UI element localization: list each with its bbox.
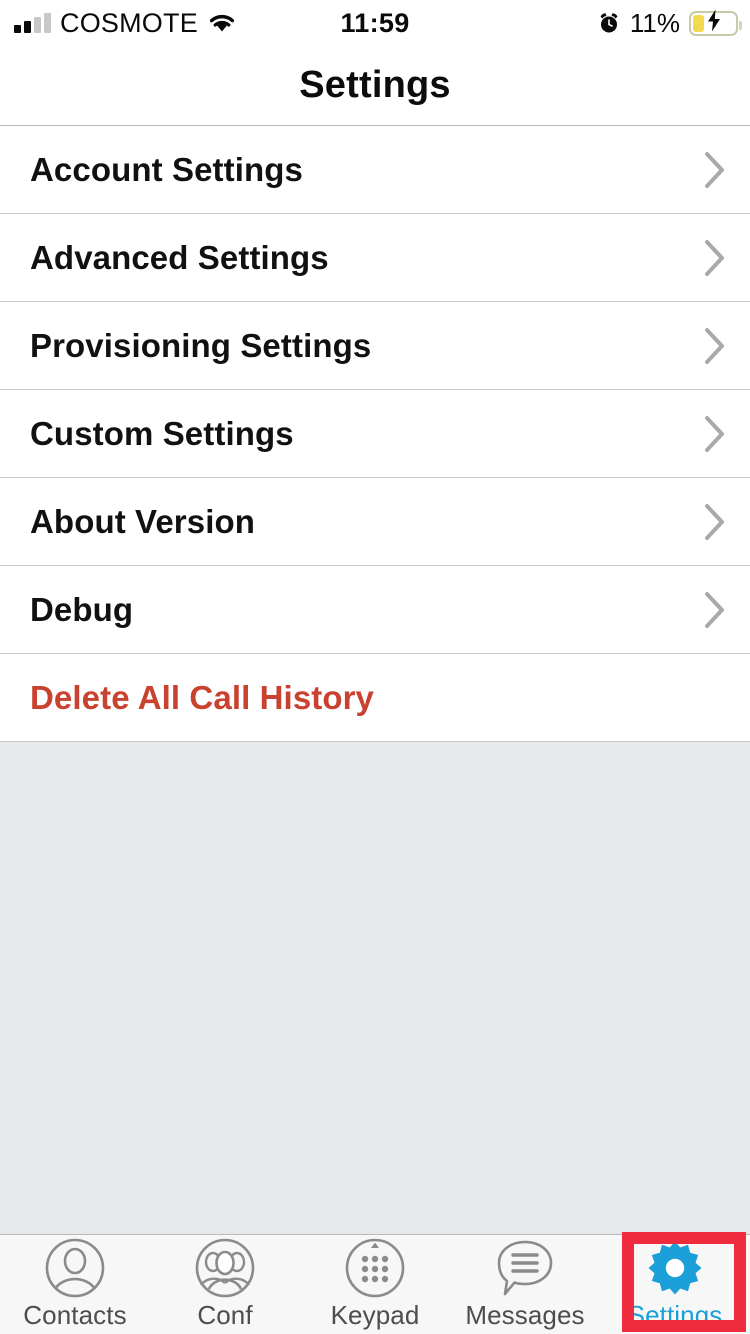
chevron-right-icon (702, 588, 728, 632)
list-item-label: Advanced Settings (30, 238, 329, 276)
tab-keypad[interactable]: Keypad (300, 1235, 450, 1334)
message-bubble-icon (494, 1238, 556, 1298)
page-title: Settings (299, 64, 451, 106)
tab-label: Conf (197, 1300, 253, 1330)
empty-content-area (0, 742, 750, 1234)
chevron-right-icon (702, 500, 728, 544)
tab-label: Contacts (23, 1300, 127, 1330)
list-item-advanced-settings[interactable]: Advanced Settings (0, 214, 750, 302)
list-item-account-settings[interactable]: Account Settings (0, 126, 750, 214)
status-bar-time: 11:59 (340, 7, 410, 38)
list-item-label: Debug (30, 590, 134, 628)
chevron-right-icon (702, 324, 728, 368)
list-item-label: Custom Settings (30, 414, 294, 452)
status-bar: COSMOTE 11:59 11% (0, 0, 750, 46)
charging-bolt-icon (706, 9, 722, 38)
list-item-label: Provisioning Settings (30, 326, 372, 364)
list-item-custom-settings[interactable]: Custom Settings (0, 390, 750, 478)
alarm-clock-icon (597, 11, 621, 35)
tab-settings[interactable]: Settings (600, 1235, 750, 1334)
conference-group-icon (194, 1238, 256, 1298)
list-item-provisioning-settings[interactable]: Provisioning Settings (0, 302, 750, 390)
settings-list: Account Settings Advanced Settings Provi… (0, 126, 750, 742)
contact-person-icon (44, 1238, 106, 1298)
chevron-right-icon (702, 236, 728, 280)
tab-contacts[interactable]: Contacts (0, 1235, 150, 1334)
tab-bar: Contacts Conf Keypad Messages Settings (0, 1234, 750, 1334)
list-item-about-version[interactable]: About Version (0, 478, 750, 566)
tab-label: Settings (627, 1300, 723, 1330)
chevron-right-icon (702, 148, 728, 192)
battery-icon (689, 9, 742, 38)
battery-fill (693, 14, 705, 32)
chevron-right-icon (702, 412, 728, 456)
list-item-label: Account Settings (30, 150, 303, 188)
navigation-bar: Settings (0, 46, 750, 126)
tab-messages[interactable]: Messages (450, 1235, 600, 1334)
dialpad-icon (344, 1238, 406, 1298)
list-item-debug[interactable]: Debug (0, 566, 750, 654)
phone-screen: COSMOTE 11:59 11% Settings Account Setti… (0, 0, 750, 1334)
list-item-label: Delete All Call History (30, 678, 375, 716)
list-item-label: About Version (30, 502, 255, 540)
list-item-delete-all-call-history[interactable]: Delete All Call History (0, 654, 750, 742)
tab-label: Keypad (330, 1300, 420, 1330)
tab-label: Messages (465, 1300, 585, 1330)
gear-icon (645, 1238, 705, 1298)
tab-conf[interactable]: Conf (150, 1235, 300, 1334)
